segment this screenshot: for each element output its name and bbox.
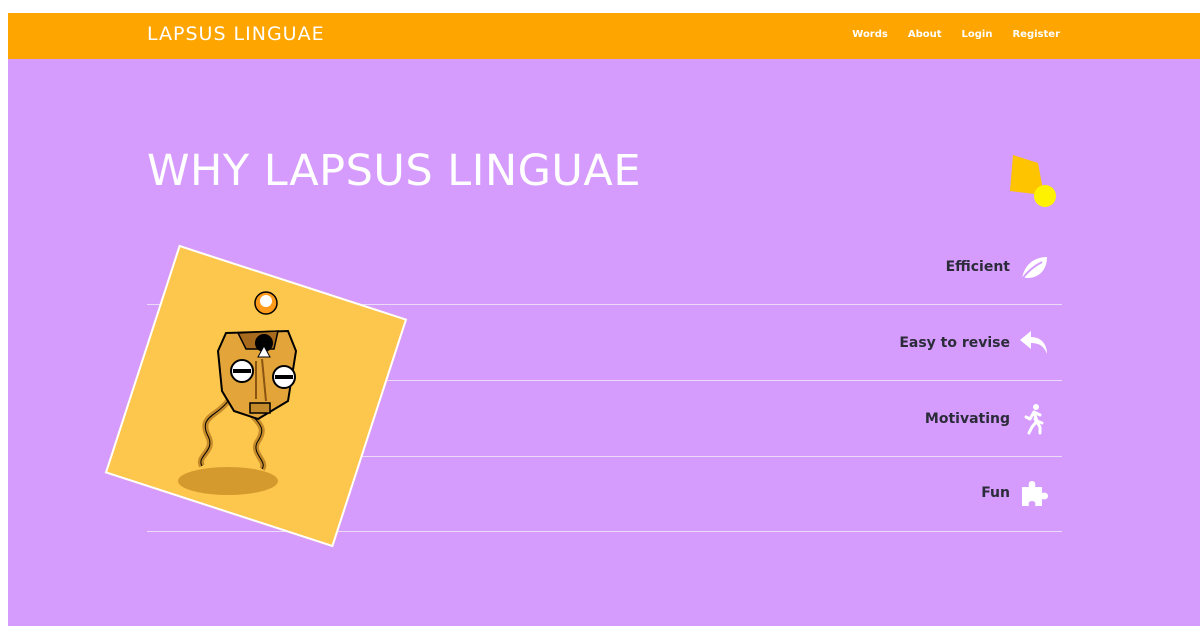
- feature-efficient: Efficient: [946, 251, 1050, 283]
- mask-illustration-icon: [178, 291, 298, 495]
- walking-person-icon: [1024, 404, 1044, 435]
- puzzle-piece-icon: [1022, 481, 1048, 506]
- feature-label: Motivating: [924, 411, 1010, 427]
- nav-links: Words About Login Register: [852, 29, 1060, 40]
- feature-label: Fun: [981, 485, 1010, 501]
- decorative-shape-icon: [1010, 155, 1056, 207]
- feature-label: Easy to revise: [899, 335, 1010, 351]
- page-title: WHY LAPSUS LINGUAE: [147, 146, 641, 196]
- feature-fun: Fun: [981, 477, 1050, 509]
- page: LAPSUS LINGUAE Words About Login Registe…: [8, 13, 1200, 626]
- brand-logo[interactable]: LAPSUS LINGUAE: [147, 23, 325, 45]
- feature-easy-to-revise: Easy to revise: [899, 327, 1050, 359]
- feature-label: Efficient: [945, 259, 1010, 275]
- reply-arrow-icon: [1020, 331, 1047, 354]
- nav-link-about[interactable]: About: [908, 29, 942, 40]
- nav-link-register[interactable]: Register: [1012, 29, 1060, 40]
- feature-motivating: Motivating: [925, 403, 1050, 435]
- leaf-icon: [1021, 257, 1047, 280]
- nav-link-words[interactable]: Words: [852, 29, 888, 40]
- navbar: LAPSUS LINGUAE Words About Login Registe…: [8, 13, 1200, 59]
- nav-link-login[interactable]: Login: [962, 29, 993, 40]
